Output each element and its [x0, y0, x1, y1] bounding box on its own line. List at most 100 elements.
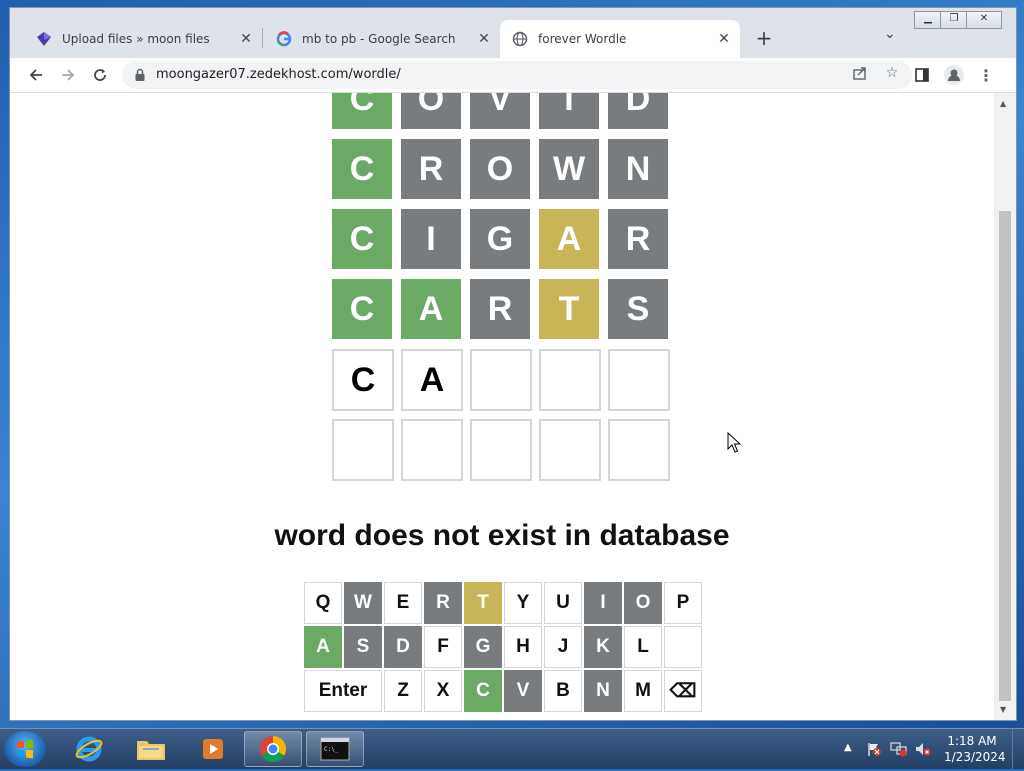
key-r[interactable]: R: [424, 582, 462, 624]
key-q[interactable]: Q: [304, 582, 342, 624]
key-b[interactable]: B: [544, 670, 582, 712]
key-m[interactable]: M: [624, 670, 662, 712]
board-tile: [539, 349, 601, 411]
chrome-taskbar-icon[interactable]: [244, 731, 302, 767]
board-tile: C: [332, 349, 394, 411]
key-v[interactable]: V: [504, 670, 542, 712]
key-u[interactable]: U: [544, 582, 582, 624]
tab-forever-wordle[interactable]: forever Wordle ✕: [500, 20, 740, 58]
minimize-window-icon[interactable]: ▁: [914, 11, 942, 29]
close-tab-icon[interactable]: ✕: [236, 31, 256, 47]
key-o[interactable]: O: [624, 582, 662, 624]
start-button-windows-icon[interactable]: [4, 731, 46, 767]
scroll-down-arrow-icon[interactable]: ▼: [1000, 705, 1006, 714]
tab-search-chevron-down-icon[interactable]: ⌄: [884, 26, 896, 42]
board-tile: A: [401, 349, 463, 411]
board-tile: G: [470, 209, 530, 269]
vertical-scrollbar[interactable]: ▲ ▼: [994, 93, 1016, 720]
key-s[interactable]: S: [344, 626, 382, 668]
board-tile: I: [539, 93, 599, 129]
internet-explorer-icon[interactable]: [60, 731, 118, 767]
key-a[interactable]: A: [304, 626, 342, 668]
key-e[interactable]: E: [384, 582, 422, 624]
forward-arrow-icon[interactable]: [56, 63, 80, 87]
board-tile: R: [470, 279, 530, 339]
board-tile: [608, 349, 670, 411]
tab-upload-files[interactable]: Upload files » moon files ✕: [24, 20, 262, 58]
board-tile: [539, 419, 601, 481]
key-t[interactable]: T: [464, 582, 502, 624]
more-menu-icon[interactable]: ⋮: [974, 63, 998, 87]
tab-separator: [262, 28, 263, 48]
tab-title: mb to pb - Google Search: [302, 32, 456, 46]
file-explorer-folder-icon[interactable]: [122, 731, 180, 767]
scrollbar-thumb[interactable]: [999, 211, 1011, 701]
address-bar[interactable]: moongazer07.zedekhost.com/wordle/ ☆: [122, 61, 912, 89]
browser-toolbar: moongazer07.zedekhost.com/wordle/ ☆ ⋮: [10, 58, 1016, 93]
tab-strip: Upload files » moon files ✕ mb to pb - G…: [10, 8, 1016, 58]
enter-key[interactable]: Enter: [304, 670, 382, 712]
close-tab-icon[interactable]: ✕: [474, 31, 494, 47]
key-j[interactable]: J: [544, 626, 582, 668]
board-tile: S: [608, 279, 668, 339]
tab-title: forever Wordle: [538, 32, 627, 46]
svg-text:C:\_: C:\_: [324, 746, 339, 753]
board-tile: O: [470, 139, 530, 199]
tab-google-search[interactable]: mb to pb - Google Search ✕: [264, 20, 500, 58]
board-tile: N: [608, 139, 668, 199]
key-f[interactable]: F: [424, 626, 462, 668]
key-k[interactable]: K: [584, 626, 622, 668]
key-d[interactable]: D: [384, 626, 422, 668]
scroll-up-arrow-icon[interactable]: ▲: [1000, 99, 1006, 108]
key-x[interactable]: X: [424, 670, 462, 712]
key-n[interactable]: N: [584, 670, 622, 712]
bookmark-star-icon[interactable]: ☆: [882, 65, 902, 85]
side-panel-icon[interactable]: [910, 63, 934, 87]
close-tab-icon[interactable]: ✕: [714, 31, 734, 47]
board-tile: [608, 419, 670, 481]
clock-time: 1:18 AM: [947, 734, 997, 748]
board-tile: [332, 419, 394, 481]
board-tile: W: [539, 139, 599, 199]
reload-icon[interactable]: [88, 63, 112, 87]
share-icon[interactable]: [850, 65, 870, 85]
board-tile: C: [332, 93, 392, 129]
lock-icon: [134, 67, 146, 86]
show-desktop-button[interactable]: [1012, 729, 1024, 769]
new-tab-plus-icon[interactable]: +: [752, 26, 776, 50]
command-prompt-icon[interactable]: C:\_: [306, 731, 364, 767]
restore-window-icon[interactable]: ❐: [940, 11, 968, 29]
board-tile: C: [332, 279, 392, 339]
key-h[interactable]: H: [504, 626, 542, 668]
system-clock[interactable]: 1:18 AM 1/23/2024: [944, 733, 1006, 765]
board-tile: A: [401, 279, 461, 339]
board-tile: R: [401, 139, 461, 199]
browser-window: Upload files » moon files ✕ mb to pb - G…: [10, 8, 1016, 720]
key-l[interactable]: L: [624, 626, 662, 668]
profile-avatar-icon[interactable]: [942, 63, 966, 87]
board-tile: C: [332, 139, 392, 199]
media-player-icon[interactable]: [184, 731, 242, 767]
clock-date: 1/23/2024: [944, 750, 1006, 764]
key-g[interactable]: G: [464, 626, 502, 668]
backspace-key[interactable]: ⌫: [664, 670, 702, 712]
mouse-pointer-icon: [727, 431, 742, 458]
board-tile: V: [470, 93, 530, 129]
globe-icon: [512, 31, 528, 47]
key-y[interactable]: Y: [504, 582, 542, 624]
key-i[interactable]: I: [584, 582, 622, 624]
back-arrow-icon[interactable]: [24, 63, 48, 87]
status-message: word does not exist in database: [274, 519, 730, 552]
moon-files-favicon-icon: [36, 31, 52, 47]
key-p[interactable]: P: [664, 582, 702, 624]
close-window-icon[interactable]: ✕: [966, 11, 1002, 29]
google-favicon-icon: [276, 31, 292, 47]
key-c[interactable]: C: [464, 670, 502, 712]
key-z[interactable]: Z: [384, 670, 422, 712]
board-tile: R: [608, 209, 668, 269]
blank-key[interactable]: [664, 626, 702, 668]
board-tile: [470, 349, 532, 411]
url-text: moongazer07.zedekhost.com/wordle/: [156, 67, 401, 82]
key-w[interactable]: W: [344, 582, 382, 624]
board-tile: [401, 419, 463, 481]
